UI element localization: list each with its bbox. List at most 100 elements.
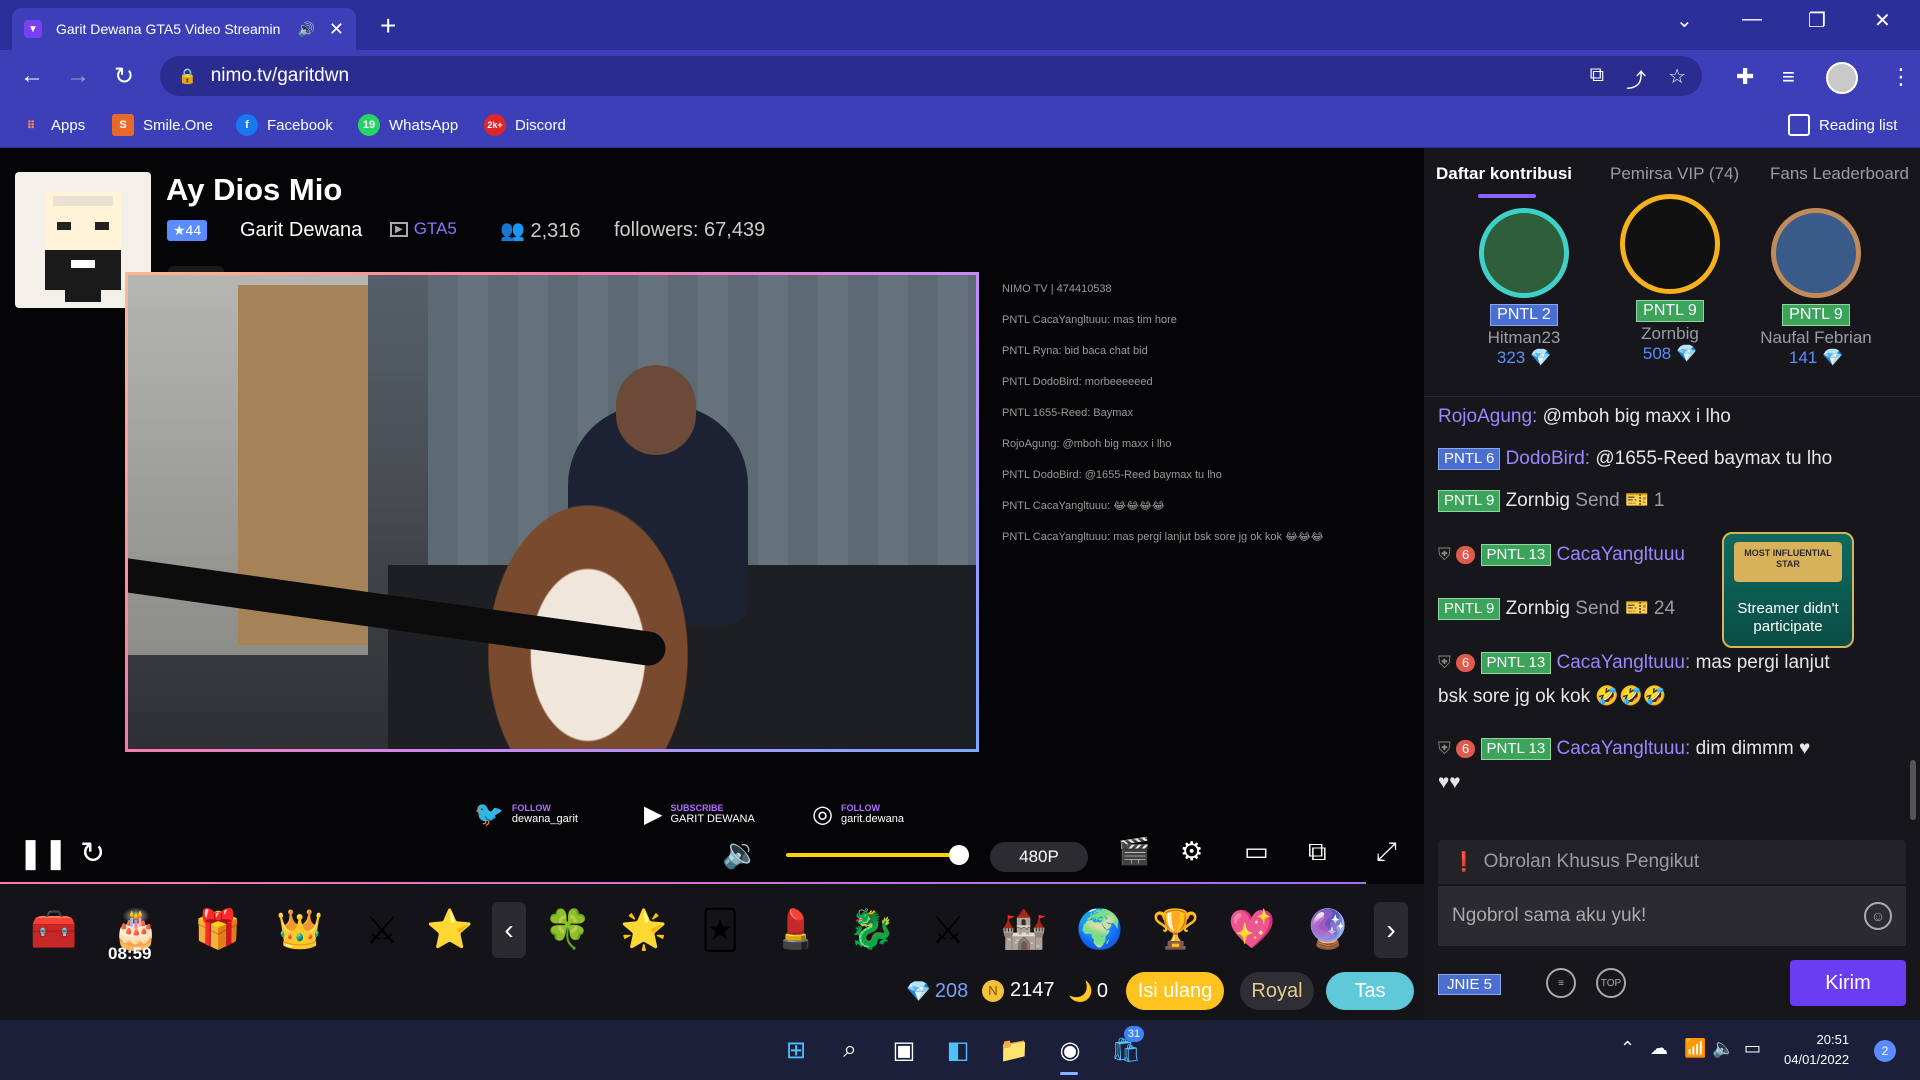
contributor-avatar	[1479, 208, 1569, 298]
top-icon[interactable]: TOP	[1596, 968, 1626, 998]
room-title: Ay Dios Mio	[166, 172, 343, 207]
file-explorer-icon[interactable]: 📁	[998, 1034, 1030, 1066]
avatar-gift-icon[interactable]: 💖	[1224, 902, 1280, 958]
shield-icon: ⛨	[1438, 545, 1451, 564]
bag-button[interactable]: Tas	[1326, 972, 1414, 1010]
reading-list-button[interactable]: Reading list	[1788, 114, 1897, 136]
onedrive-icon[interactable]: ☁	[1650, 1038, 1668, 1059]
settings-icon[interactable]: ⚙	[1180, 836, 1203, 867]
bookmark-smileone[interactable]: S Smile.One	[112, 114, 213, 136]
planet-gift-icon[interactable]: 🌍	[1072, 902, 1128, 958]
store-badge: 31	[1124, 1026, 1144, 1042]
tab-vip-viewers[interactable]: Pemirsa VIP (74)	[1610, 164, 1739, 184]
wifi-icon[interactable]: 📶	[1684, 1038, 1706, 1059]
crown-gift-icon[interactable]: 👑	[272, 902, 328, 958]
star-box-gift-icon[interactable]: ⭐	[422, 902, 478, 958]
picture-in-picture-icon[interactable]: ⧉	[1308, 836, 1327, 868]
task-view-icon[interactable]: ▣	[888, 1034, 920, 1066]
gift-timer: 08:59	[108, 944, 152, 963]
chat-message: ⛨ 6 PNTL 13 CacaYangltuuu: dim dimmm ♥ ♥…	[1438, 737, 1811, 793]
chat-scrollbar[interactable]	[1910, 760, 1916, 820]
swords-gift-icon[interactable]: ⚔	[354, 902, 410, 958]
trophy-gift-icon[interactable]: 🏆	[1148, 902, 1204, 958]
maximize-icon[interactable]: ❐	[1808, 8, 1826, 33]
clip-icon[interactable]: 🎬	[1118, 836, 1150, 867]
share-icon[interactable]: ⤴	[1626, 64, 1646, 93]
lipstick-gift-icon[interactable]: 💄	[768, 902, 824, 958]
notification-badge[interactable]: 2	[1874, 1040, 1896, 1062]
cards-gift-icon[interactable]: 🃏	[692, 902, 748, 958]
pause-icon[interactable]: ❚❚	[18, 836, 68, 871]
url-bar[interactable]: 🔒 nimo.tv/garitdwn ⧉ ⤴ ☆	[160, 56, 1702, 96]
speaker-tray-icon[interactable]: 🔈	[1712, 1038, 1734, 1059]
topup-button[interactable]: Isi ulang	[1126, 972, 1224, 1010]
close-tab-icon[interactable]: ✕	[329, 19, 344, 40]
volume-slider[interactable]	[786, 853, 959, 857]
bookmark-facebook[interactable]: f Facebook	[236, 114, 333, 136]
url-text: nimo.tv/garitdwn	[210, 65, 350, 86]
top-contributor-1[interactable]: PNTL 9 Zornbig 508 💎	[1600, 194, 1740, 364]
top-contributor-2[interactable]: PNTL 2 Hitman23 323 💎	[1454, 208, 1594, 368]
media-control-icon[interactable]: ≡	[1782, 64, 1795, 90]
streamer-name[interactable]: Garit Dewana	[240, 219, 362, 242]
back-icon[interactable]: ←	[20, 62, 44, 90]
treasure-chest-icon[interactable]: 🧰	[26, 902, 82, 958]
quick-reply-icon[interactable]: ≡	[1546, 968, 1576, 998]
emoji-icon[interactable]: ☺	[1864, 902, 1892, 930]
gift-ticket-icon: 🎫	[1624, 490, 1649, 511]
gift-next-arrow[interactable]: ›	[1374, 902, 1408, 958]
new-tab-button[interactable]: +	[380, 10, 396, 42]
close-window-icon[interactable]: ✕	[1874, 8, 1891, 33]
tab-contribution[interactable]: Daftar kontribusi	[1436, 164, 1572, 184]
tab-search-icon[interactable]: ⌄	[1676, 8, 1693, 33]
diamond-icon: 💎	[906, 981, 931, 1003]
profile-avatar[interactable]	[1826, 62, 1858, 94]
forward-icon[interactable]: →	[66, 62, 90, 90]
top-contributor-3[interactable]: PNTL 9 Naufal Febrian 141 💎	[1746, 208, 1886, 368]
reload-icon[interactable]: ↻	[114, 62, 134, 91]
tray-chevron-icon[interactable]: ⌃	[1620, 1038, 1635, 1059]
bookmark-discord[interactable]: 2k+ Discord	[484, 114, 566, 136]
bookmark-apps[interactable]: ⠿ Apps	[20, 114, 86, 136]
speaker-icon[interactable]: 🔊	[297, 21, 314, 38]
fullscreen-icon[interactable]: ⤢	[1376, 836, 1397, 868]
clover-gift-icon[interactable]: 🍀	[540, 902, 596, 958]
follower-count: followers: 67,439	[614, 219, 766, 241]
start-icon[interactable]: ⊞	[780, 1034, 812, 1066]
open-in-app-icon[interactable]: ⧉	[1590, 64, 1604, 93]
minimize-icon[interactable]: —	[1742, 8, 1762, 31]
refresh-icon[interactable]: ↻	[80, 836, 105, 871]
bookmark-whatsapp[interactable]: 19 WhatsApp	[358, 114, 458, 136]
chat-input[interactable]: Ngobrol sama aku yuk! ☺	[1438, 886, 1906, 946]
dragon-gift-icon[interactable]: 🐉	[844, 902, 900, 958]
quality-selector[interactable]: 480P	[990, 842, 1088, 872]
tab-fans-leaderboard[interactable]: Fans Leaderboard	[1770, 164, 1909, 184]
user-fan-badge[interactable]: JNIE 5	[1438, 974, 1502, 995]
clock[interactable]: 20:51 04/01/2022	[1784, 1030, 1849, 1070]
widgets-icon[interactable]: ◧	[942, 1034, 974, 1066]
battery-icon[interactable]: ▭	[1744, 1038, 1761, 1059]
battle-gift-icon[interactable]: ⚔	[920, 902, 976, 958]
bookmark-star-icon[interactable]: ☆	[1668, 64, 1686, 93]
chrome-menu-icon[interactable]: ⋮	[1890, 64, 1912, 90]
stream-player[interactable]: Ay Dios Mio ★44 Garit Dewana ▶ GTA5 👥 2,…	[0, 148, 1424, 884]
gift-prev-arrow[interactable]: ‹	[492, 902, 526, 958]
volume-icon[interactable]: 🔉	[722, 836, 759, 871]
contribution-points: 508 💎	[1642, 344, 1698, 363]
search-icon[interactable]: ⌕	[834, 1034, 866, 1066]
send-button[interactable]: Kirim	[1790, 960, 1906, 1006]
extensions-icon[interactable]: ✚	[1736, 64, 1754, 90]
lock-icon: 🔒	[178, 68, 197, 85]
gift-box-icon[interactable]: 🎁	[190, 902, 246, 958]
info-icon: ❗	[1452, 852, 1476, 873]
influencer-event-card[interactable]: MOST INFLUENTIAL STAR Streamer didn't pa…	[1722, 532, 1854, 648]
star-gift-icon[interactable]: 🌟	[616, 902, 672, 958]
royal-button[interactable]: Royal	[1240, 972, 1314, 1010]
browser-tab[interactable]: ▼ Garit Dewana GTA5 Video Streamin 🔊 ✕	[12, 8, 356, 50]
game-tag[interactable]: ▶ GTA5	[390, 219, 457, 239]
volume-knob[interactable]	[948, 845, 969, 865]
chrome-icon[interactable]: ◉	[1054, 1034, 1086, 1066]
castle-gift-icon[interactable]: 🏰	[996, 902, 1052, 958]
theater-mode-icon[interactable]: ▭	[1244, 836, 1269, 867]
galaxy-gift-icon[interactable]: 🔮	[1300, 902, 1356, 958]
